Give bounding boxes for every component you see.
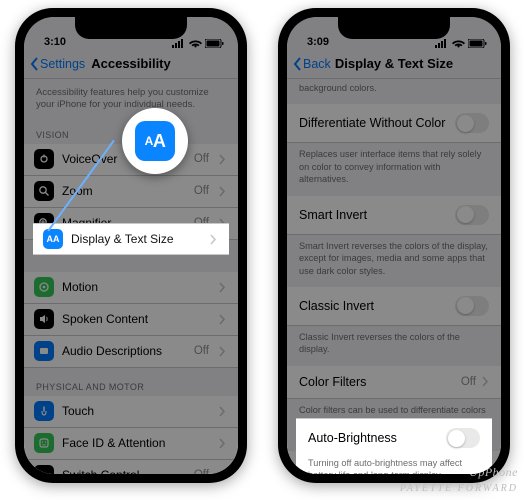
phone-right: 3:09 Back Display & Text Size background…: [278, 8, 510, 483]
notch: [75, 17, 187, 39]
row-switch-control[interactable]: Switch Control Off: [24, 460, 238, 474]
back-button[interactable]: Back: [293, 57, 331, 71]
spoken-content-icon: [34, 309, 54, 329]
chevron-right-icon: [219, 346, 226, 357]
callout-bubble: AA: [122, 108, 188, 174]
row-zoom[interactable]: Zoom Off: [24, 176, 238, 208]
row-faceid-attention[interactable]: Face ID & Attention: [24, 428, 238, 460]
row-label: Motion: [62, 280, 211, 294]
status-indicators: [172, 39, 224, 48]
row-value: Off: [194, 469, 209, 474]
row-auto-brightness[interactable]: Auto-Brightness Turning off auto-brightn…: [296, 418, 492, 474]
status-time: 3:10: [44, 36, 66, 48]
top-fragment-note: background colors.: [287, 79, 501, 104]
callout-glyph: AA: [135, 121, 175, 161]
chevron-right-icon: [219, 438, 226, 449]
motion-icon: [34, 277, 54, 297]
note-differentiate: Replaces user interface items that rely …: [287, 143, 501, 195]
nav-title: Display & Text Size: [335, 56, 453, 71]
zoom-icon: [34, 181, 54, 201]
screen-right: 3:09 Back Display & Text Size background…: [287, 17, 501, 474]
toggle-off[interactable]: [455, 113, 489, 133]
row-label: Display & Text Size: [71, 232, 202, 246]
display-text-size-icon: AA: [43, 229, 63, 249]
row-differentiate-without-color[interactable]: Differentiate Without Color: [287, 104, 501, 143]
row-label: Switch Control: [62, 468, 186, 474]
row-label: Audio Descriptions: [62, 344, 186, 358]
wifi-icon: [189, 39, 202, 48]
signal-icon: [172, 39, 186, 48]
nav-bar: Back Display & Text Size: [287, 49, 501, 79]
chevron-right-icon: [219, 154, 226, 165]
group-header-motor: PHYSICAL AND MOTOR: [24, 368, 238, 396]
row-touch[interactable]: Touch: [24, 396, 238, 428]
chevron-right-icon: [219, 406, 226, 417]
display-settings-list[interactable]: background colors. Differentiate Without…: [287, 79, 501, 474]
nav-bar: Settings Accessibility: [24, 49, 238, 79]
note-classic-invert: Classic Invert reverses the colors of th…: [287, 326, 501, 366]
row-value: Off: [461, 376, 476, 388]
row-value: Off: [194, 185, 209, 197]
status-indicators: [435, 39, 487, 48]
screen-left: 3:10 Settings Accessibility Accessibilit…: [24, 17, 238, 474]
row-label: Differentiate Without Color: [299, 116, 455, 130]
row-display-text-size[interactable]: AA Display & Text Size: [33, 223, 229, 255]
chevron-right-icon: [219, 470, 226, 474]
row-color-filters[interactable]: Color Filters Off: [287, 366, 501, 399]
nav-title: Accessibility: [91, 56, 171, 71]
chevron-right-icon: [210, 234, 217, 245]
faceid-icon: [34, 433, 54, 453]
voiceover-icon: [34, 149, 54, 169]
phone-left: 3:10 Settings Accessibility Accessibilit…: [15, 8, 247, 483]
row-label: Auto-Brightness: [308, 431, 446, 445]
touch-icon: [34, 401, 54, 421]
row-motion[interactable]: Motion: [24, 272, 238, 304]
credit-payette: PAYETTE FORWARD: [400, 483, 518, 494]
battery-icon: [205, 39, 224, 48]
chevron-right-icon: [219, 282, 226, 293]
row-label: Face ID & Attention: [62, 436, 211, 450]
row-value: Off: [194, 345, 209, 357]
row-value: Off: [194, 153, 209, 165]
battery-icon: [468, 39, 487, 48]
notch: [338, 17, 450, 39]
intro-note: Accessibility features help you customiz…: [24, 79, 238, 116]
row-label: Color Filters: [299, 375, 461, 389]
back-label: Settings: [40, 57, 85, 71]
row-spoken-content[interactable]: Spoken Content: [24, 304, 238, 336]
row-smart-invert[interactable]: Smart Invert: [287, 196, 501, 235]
switch-control-icon: [34, 465, 54, 474]
chevron-right-icon: [219, 314, 226, 325]
status-time: 3:09: [307, 36, 329, 48]
chevron-right-icon: [482, 376, 489, 387]
chevron-left-icon: [30, 57, 40, 71]
signal-icon: [435, 39, 449, 48]
row-label: Spoken Content: [62, 312, 211, 326]
row-label: Touch: [62, 404, 211, 418]
row-label: Smart Invert: [299, 208, 455, 222]
chevron-left-icon: [293, 57, 303, 71]
toggle-off[interactable]: [455, 205, 489, 225]
toggle-off[interactable]: [446, 428, 480, 448]
back-label: Back: [303, 57, 331, 71]
wifi-icon: [452, 39, 465, 48]
row-label: Classic Invert: [299, 299, 455, 313]
row-classic-invert[interactable]: Classic Invert: [287, 287, 501, 326]
note-auto-brightness: Turning off auto-brightness may affect b…: [296, 457, 492, 474]
audio-descriptions-icon: [34, 341, 54, 361]
toggle-off[interactable]: [455, 296, 489, 316]
back-button[interactable]: Settings: [30, 57, 85, 71]
note-smart-invert: Smart Invert reverses the colors of the …: [287, 235, 501, 287]
row-audio-descriptions[interactable]: Audio Descriptions Off: [24, 336, 238, 368]
chevron-right-icon: [219, 186, 226, 197]
